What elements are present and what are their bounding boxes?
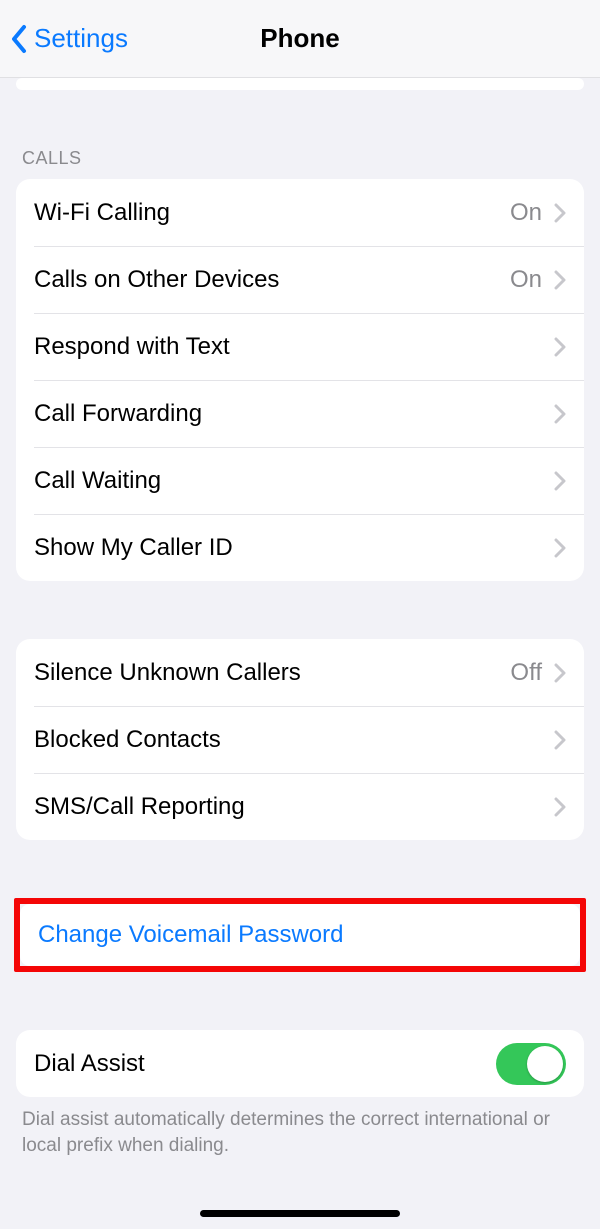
chevron-right-icon (554, 730, 566, 750)
previous-group-edge (16, 78, 584, 90)
row-change-voicemail-password[interactable]: Change Voicemail Password (20, 904, 580, 966)
row-label: Call Waiting (34, 467, 554, 495)
row-label: Dial Assist (34, 1050, 496, 1078)
chevron-right-icon (554, 337, 566, 357)
row-label: Show My Caller ID (34, 534, 554, 562)
row-dial-assist[interactable]: Dial Assist (16, 1030, 584, 1097)
row-label: Call Forwarding (34, 400, 554, 428)
back-label: Settings (34, 23, 128, 54)
row-label: Blocked Contacts (34, 726, 554, 754)
callers-group: Silence Unknown Callers Off Blocked Cont… (16, 639, 584, 840)
row-sms-call-reporting[interactable]: SMS/Call Reporting (16, 773, 584, 840)
chevron-left-icon (10, 24, 28, 54)
row-value: On (510, 199, 542, 227)
chevron-right-icon (554, 663, 566, 683)
row-label: Calls on Other Devices (34, 266, 510, 294)
row-label: Wi-Fi Calling (34, 199, 510, 227)
row-wifi-calling[interactable]: Wi-Fi Calling On (16, 179, 584, 246)
toggle-knob (527, 1046, 563, 1082)
dial-assist-toggle[interactable] (496, 1043, 566, 1085)
chevron-right-icon (554, 471, 566, 491)
back-button[interactable]: Settings (0, 23, 128, 54)
chevron-right-icon (554, 203, 566, 223)
row-label: Change Voicemail Password (38, 921, 562, 949)
row-label: Silence Unknown Callers (34, 659, 510, 687)
row-respond-with-text[interactable]: Respond with Text (16, 313, 584, 380)
row-blocked-contacts[interactable]: Blocked Contacts (16, 706, 584, 773)
section-header-calls: CALLS (16, 90, 584, 179)
calls-group: Wi-Fi Calling On Calls on Other Devices … (16, 179, 584, 581)
chevron-right-icon (554, 270, 566, 290)
voicemail-group: Change Voicemail Password (20, 904, 580, 966)
row-value: Off (510, 659, 542, 687)
chevron-right-icon (554, 404, 566, 424)
highlight-box: Change Voicemail Password (14, 898, 586, 972)
dial-assist-group: Dial Assist (16, 1030, 584, 1097)
row-call-waiting[interactable]: Call Waiting (16, 447, 584, 514)
row-call-forwarding[interactable]: Call Forwarding (16, 380, 584, 447)
navbar: Settings Phone (0, 0, 600, 78)
row-label: SMS/Call Reporting (34, 793, 554, 821)
home-indicator (200, 1210, 400, 1217)
row-silence-unknown-callers[interactable]: Silence Unknown Callers Off (16, 639, 584, 706)
row-show-my-caller-id[interactable]: Show My Caller ID (16, 514, 584, 581)
dial-assist-footer: Dial assist automatically determines the… (16, 1097, 584, 1158)
row-label: Respond with Text (34, 333, 554, 361)
chevron-right-icon (554, 538, 566, 558)
row-calls-other-devices[interactable]: Calls on Other Devices On (16, 246, 584, 313)
row-value: On (510, 266, 542, 294)
chevron-right-icon (554, 797, 566, 817)
